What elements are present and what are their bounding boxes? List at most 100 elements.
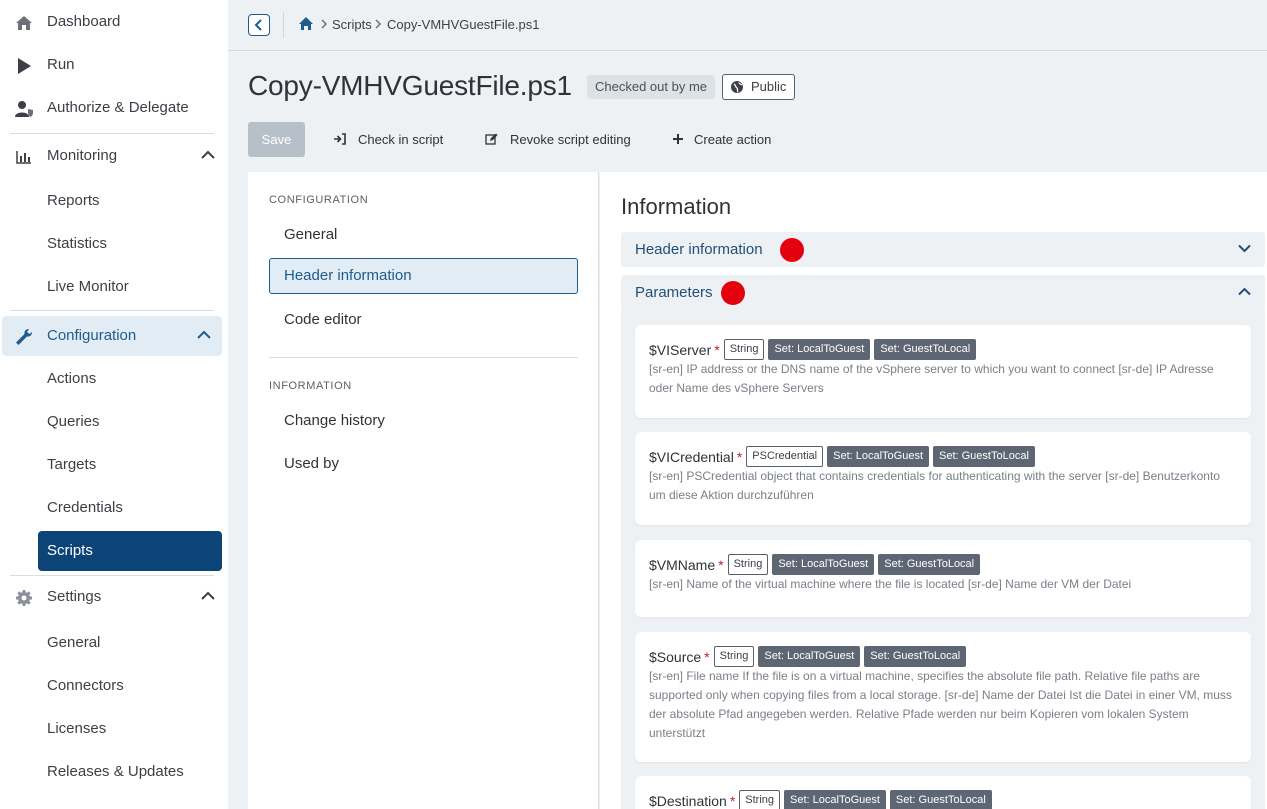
breadcrumb-scripts[interactable]: Scripts <box>332 17 372 32</box>
set-tag: Set: LocalToGuest <box>784 790 886 809</box>
sidebar-item-connectors[interactable]: Connectors <box>47 677 124 694</box>
sidebar-item-statistics[interactable]: Statistics <box>47 235 107 252</box>
chart-icon <box>16 151 31 164</box>
home-icon <box>16 16 32 30</box>
sidebar-item-reports[interactable]: Reports <box>47 192 100 209</box>
breadcrumb-separator <box>283 12 284 38</box>
parameters-accordion[interactable]: Parameters <box>621 275 1265 310</box>
user-shield-icon <box>15 101 33 117</box>
accordion-label: Header information <box>635 241 763 258</box>
set-tag: Set: GuestToLocal <box>874 339 977 360</box>
type-tag: String <box>723 339 765 360</box>
type-tag: PSCredential <box>746 446 824 467</box>
sidebar-item-licenses[interactable]: Licenses <box>47 720 106 737</box>
page-title: Copy-VMHVGuestFile.ps1 <box>248 70 572 101</box>
sidebar-item-label: Authorize & Delegate <box>47 99 189 116</box>
type-tag: String <box>727 554 769 575</box>
revoke-label: Revoke script editing <box>510 132 631 147</box>
required-marker: * <box>736 448 743 465</box>
config-nav-used-by[interactable]: Used by <box>284 455 339 472</box>
sidebar-item-scripts[interactable]: Scripts <box>38 531 222 571</box>
config-nav-change-history[interactable]: Change history <box>284 412 385 429</box>
marker-dot <box>721 281 745 305</box>
required-marker: * <box>729 792 736 809</box>
sidebar-item-live-monitor[interactable]: Live Monitor <box>47 278 129 295</box>
sidebar-item-label: Run <box>47 56 75 73</box>
config-nav-divider <box>269 357 578 358</box>
breadcrumb: Scripts Copy-VMHVGuestFile.ps1 <box>228 0 1267 51</box>
parameter-name: $VIServer <box>649 341 712 358</box>
chevron-up-icon[interactable] <box>201 150 215 160</box>
chevron-left-icon <box>254 19 262 31</box>
parameter-name: $Destination <box>649 792 727 809</box>
set-tag: Set: GuestToLocal <box>933 446 1035 467</box>
sidebar-item-settings-general[interactable]: General <box>47 634 100 651</box>
parameter-header: $VICredential * PSCredential Set: LocalToGu… <box>649 446 1039 468</box>
sidebar-item-credentials[interactable]: Credentials <box>47 499 123 516</box>
set-tag: Set: GuestToLocal <box>864 646 967 667</box>
type-tag: String <box>739 790 781 809</box>
parameter-card: $Destination * String Set: LocalToGuest Set:… <box>635 776 1251 809</box>
set-tag: Set: LocalToGuest <box>827 446 929 467</box>
chevron-up-icon[interactable] <box>1238 287 1251 296</box>
visibility-label: Public <box>751 79 787 94</box>
sidebar-item-authorize[interactable]: Authorize & Delegate <box>0 88 228 128</box>
sign-in-icon <box>334 133 346 145</box>
sidebar-item-actions[interactable]: Actions <box>47 370 96 387</box>
set-tag: Set: LocalToGuest <box>768 339 871 360</box>
type-tag: String <box>713 646 755 667</box>
gear-icon <box>16 590 32 606</box>
sidebar-item-queries[interactable]: Queries <box>47 413 100 430</box>
accordion-label: Parameters <box>635 284 713 301</box>
sidebar: Dashboard Run Authorize & Delegate Monit… <box>0 0 228 809</box>
chevron-up-icon[interactable] <box>201 591 215 601</box>
sidebar-item-configuration[interactable]: Configuration <box>2 316 222 356</box>
set-tag: Set: GuestToLocal <box>889 790 992 809</box>
parameter-name: $VMName <box>649 556 716 573</box>
sidebar-divider <box>10 133 214 134</box>
sidebar-item-settings[interactable]: Settings <box>0 577 228 617</box>
save-button[interactable]: Save <box>248 122 305 157</box>
sidebar-item-dashboard[interactable]: Dashboard <box>0 2 228 42</box>
required-marker: * <box>704 648 710 665</box>
information-panel: Information Header information Parameter… <box>600 172 1267 809</box>
parameter-header: $Destination * String Set: LocalToGuest Set:… <box>649 790 996 809</box>
parameter-description: [sr-en] Name of the virtual machine wher… <box>649 577 1132 591</box>
chevron-right-icon <box>375 19 382 29</box>
information-title: Information <box>621 194 732 219</box>
sidebar-item-label: Dashboard <box>47 13 121 30</box>
config-nav-general[interactable]: General <box>284 226 337 243</box>
chevron-up-icon[interactable] <box>197 330 211 340</box>
globe-icon <box>731 81 743 93</box>
sidebar-divider <box>10 575 214 576</box>
required-marker: * <box>714 341 720 358</box>
chevron-down-icon[interactable] <box>1238 244 1251 253</box>
parameter-card: $Source * String Set: LocalToGuest Set: Gues… <box>635 632 1251 762</box>
parameter-name: $VICredential <box>649 448 734 465</box>
information-heading: INFORMATION <box>269 380 352 392</box>
play-icon <box>18 58 31 74</box>
sidebar-item-label: Monitoring <box>47 147 118 164</box>
breadcrumb-current: Copy-VMHVGuestFile.ps1 <box>387 17 540 32</box>
header-information-accordion[interactable]: Header information <box>621 232 1265 267</box>
back-button[interactable] <box>248 14 270 36</box>
sidebar-item-targets[interactable]: Targets <box>47 456 96 473</box>
sidebar-item-run[interactable]: Run <box>0 45 228 85</box>
sidebar-item-label: Configuration <box>47 327 137 344</box>
chevron-right-icon <box>321 19 328 29</box>
parameter-description: [sr-en] File name If the file is on a vi… <box>649 669 1232 740</box>
sidebar-divider <box>10 310 214 311</box>
sidebar-item-releases[interactable]: Releases & Updates <box>47 763 184 780</box>
sidebar-item-label: Scripts <box>47 542 93 559</box>
config-nav-code-editor[interactable]: Code editor <box>284 311 362 328</box>
home-icon[interactable] <box>298 16 314 31</box>
parameter-name: $Source <box>649 648 702 665</box>
config-nav-header-information[interactable]: Header information <box>269 258 578 294</box>
parameter-header: $VMName * String Set: LocalToGuest Set: Gues… <box>649 554 984 576</box>
visibility-badge: Public <box>722 74 796 100</box>
sidebar-item-monitoring[interactable]: Monitoring <box>0 136 228 176</box>
required-marker: * <box>718 556 724 573</box>
check-in-label: Check in script <box>358 132 444 147</box>
status-badge: Checked out by me <box>587 75 716 99</box>
set-tag: Set: LocalToGuest <box>758 646 861 667</box>
